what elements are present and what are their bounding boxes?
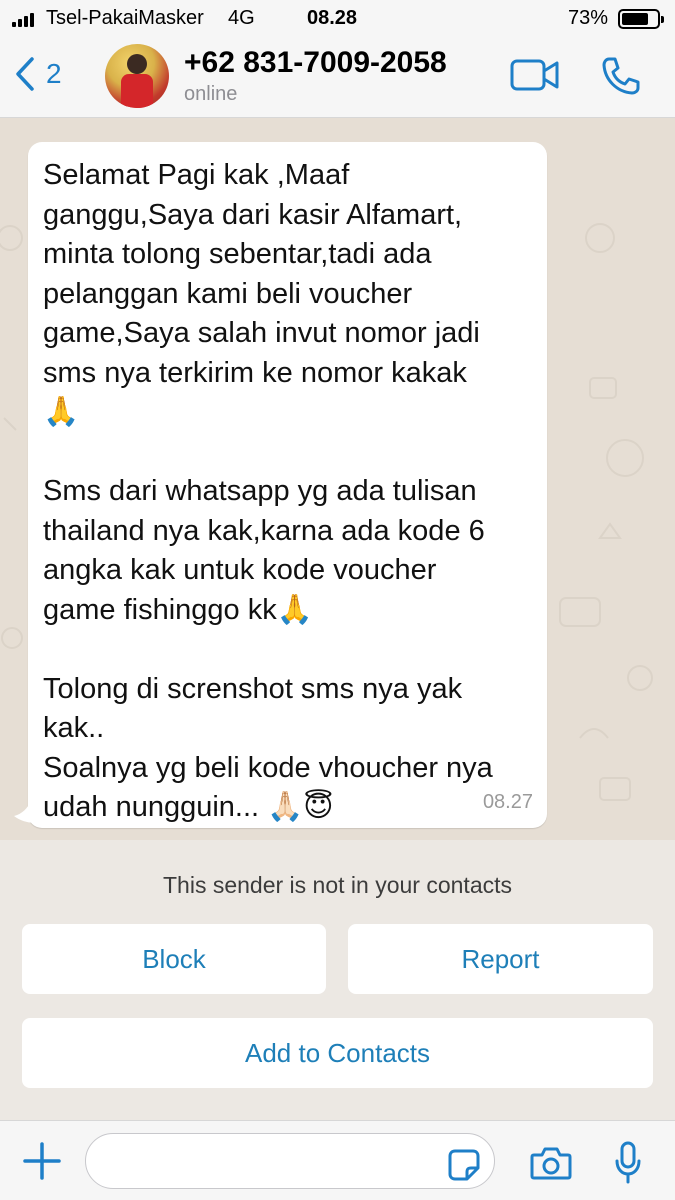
avatar[interactable] bbox=[105, 44, 169, 108]
microphone-icon[interactable] bbox=[614, 1141, 642, 1185]
contact-status: online bbox=[184, 83, 238, 105]
phone-icon[interactable] bbox=[600, 55, 642, 97]
camera-icon[interactable] bbox=[530, 1145, 572, 1181]
back-button[interactable]: 2 bbox=[14, 56, 62, 92]
unknown-sender-notice: This sender is not in your contacts bbox=[163, 872, 512, 898]
message-text: Selamat Pagi kak ,Maaf ganggu,Saya dari … bbox=[43, 159, 493, 823]
video-call-icon[interactable] bbox=[510, 58, 560, 92]
message-input[interactable] bbox=[85, 1133, 495, 1189]
battery-percentage: 73% bbox=[568, 7, 609, 29]
bubble-tail bbox=[14, 802, 40, 823]
message-bubble[interactable]: Selamat Pagi kak ,Maaf ganggu,Saya dari … bbox=[28, 142, 547, 828]
status-bar: Tsel-PakaiMasker 4G 08.28 73% bbox=[0, 0, 675, 38]
chat-area[interactable]: Selamat Pagi kak ,Maaf ganggu,Saya dari … bbox=[0, 118, 675, 840]
carrier-name: Tsel-PakaiMasker bbox=[46, 7, 204, 29]
unknown-sender-panel: This sender is not in your contacts Bloc… bbox=[0, 840, 675, 1120]
battery-icon bbox=[618, 9, 664, 29]
block-button[interactable]: Block bbox=[22, 924, 326, 994]
status-time: 08.28 bbox=[307, 7, 358, 29]
contact-name[interactable]: +62 831-7009-2058 bbox=[184, 46, 447, 80]
add-to-contacts-button[interactable]: Add to Contacts bbox=[22, 1018, 653, 1088]
report-button[interactable]: Report bbox=[348, 924, 653, 994]
chat-header: 2 +62 831-7009-2058 online bbox=[0, 38, 675, 118]
input-bar bbox=[0, 1120, 675, 1200]
network-type: 4G bbox=[228, 7, 255, 29]
unread-count: 2 bbox=[46, 58, 62, 89]
message-time: 08.27 bbox=[482, 791, 533, 813]
plus-icon[interactable] bbox=[22, 1141, 62, 1181]
sticker-icon[interactable] bbox=[447, 1148, 481, 1182]
signal-strength-icon bbox=[12, 11, 34, 27]
chevron-left-icon bbox=[16, 57, 34, 91]
